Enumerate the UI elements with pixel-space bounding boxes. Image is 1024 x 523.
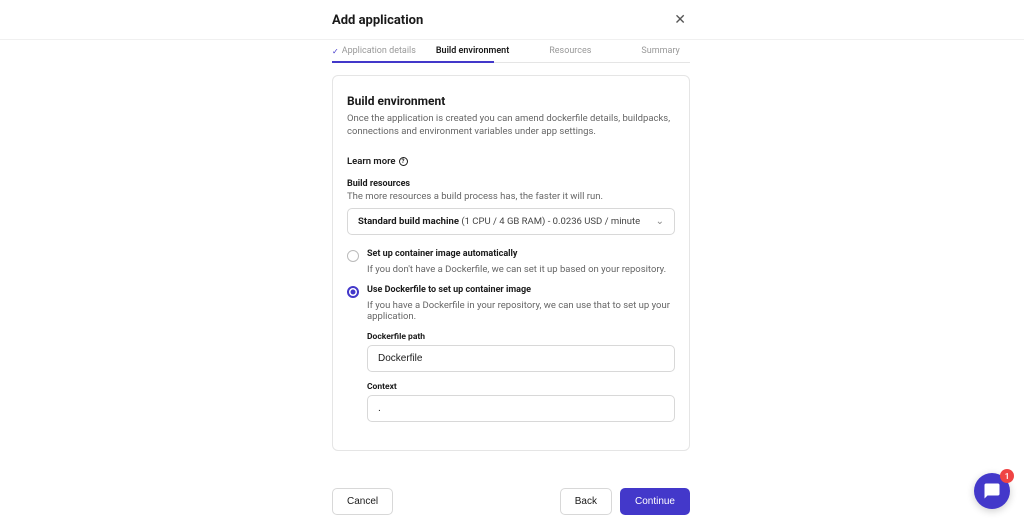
step-application-details[interactable]: ✓ Application details xyxy=(332,40,436,62)
footer-actions: Cancel Back Continue xyxy=(332,478,690,523)
build-resources-desc: The more resources a build process has, … xyxy=(347,191,675,202)
learn-more-label: Learn more xyxy=(347,156,396,167)
chat-icon xyxy=(983,482,1001,500)
modal-title: Add application xyxy=(332,13,423,28)
build-machine-value: Standard build machine (1 CPU / 4 GB RAM… xyxy=(358,216,640,227)
option-auto-label: Set up container image automatically xyxy=(367,249,517,262)
section-desc: Once the application is created you can … xyxy=(347,112,675,139)
continue-button[interactable]: Continue xyxy=(620,488,690,515)
dockerfile-path-input[interactable] xyxy=(367,345,675,372)
cancel-button[interactable]: Cancel xyxy=(332,488,393,515)
step-label: Build environment xyxy=(436,46,509,56)
close-icon[interactable]: ✕ xyxy=(670,8,690,32)
learn-more-link[interactable]: Learn more ? xyxy=(347,156,408,167)
build-resources-heading: Build resources xyxy=(347,179,675,189)
wizard-stepper: ✓ Application details Build environment … xyxy=(332,40,690,63)
step-label: Summary xyxy=(641,46,679,56)
modal-header: Add application ✕ xyxy=(332,0,690,40)
section-title: Build environment xyxy=(347,94,675,108)
dockerfile-path-label: Dockerfile path xyxy=(367,332,675,342)
option-dockerfile-label: Use Dockerfile to set up container image xyxy=(367,285,531,298)
add-application-modal: Add application ✕ ✓ Application details … xyxy=(332,0,690,451)
footer-right: Back Continue xyxy=(560,488,690,515)
option-auto-desc: If you don't have a Dockerfile, we can s… xyxy=(367,264,675,275)
chevron-down-icon: ⌄ xyxy=(656,216,664,227)
radio-icon xyxy=(347,250,359,262)
step-build-environment[interactable]: Build environment xyxy=(436,40,549,62)
option-auto[interactable]: Set up container image automatically xyxy=(347,249,675,262)
context-label: Context xyxy=(367,382,675,392)
context-input[interactable] xyxy=(367,395,675,422)
step-label: Application details xyxy=(342,46,416,56)
back-button[interactable]: Back xyxy=(560,488,612,515)
step-label: Resources xyxy=(549,46,591,56)
option-dockerfile[interactable]: Use Dockerfile to set up container image xyxy=(347,285,675,298)
check-icon: ✓ xyxy=(332,47,339,56)
notification-badge: 1 xyxy=(1000,469,1014,483)
radio-icon xyxy=(347,286,359,298)
step-resources[interactable]: Resources xyxy=(549,40,641,62)
step-summary[interactable]: Summary xyxy=(641,40,679,62)
help-icon: ? xyxy=(399,157,408,166)
build-machine-select[interactable]: Standard build machine (1 CPU / 4 GB RAM… xyxy=(347,208,675,235)
option-dockerfile-desc: If you have a Dockerfile in your reposit… xyxy=(367,300,675,322)
build-environment-card: Build environment Once the application i… xyxy=(332,75,690,451)
chat-widget[interactable]: 1 xyxy=(974,473,1010,509)
